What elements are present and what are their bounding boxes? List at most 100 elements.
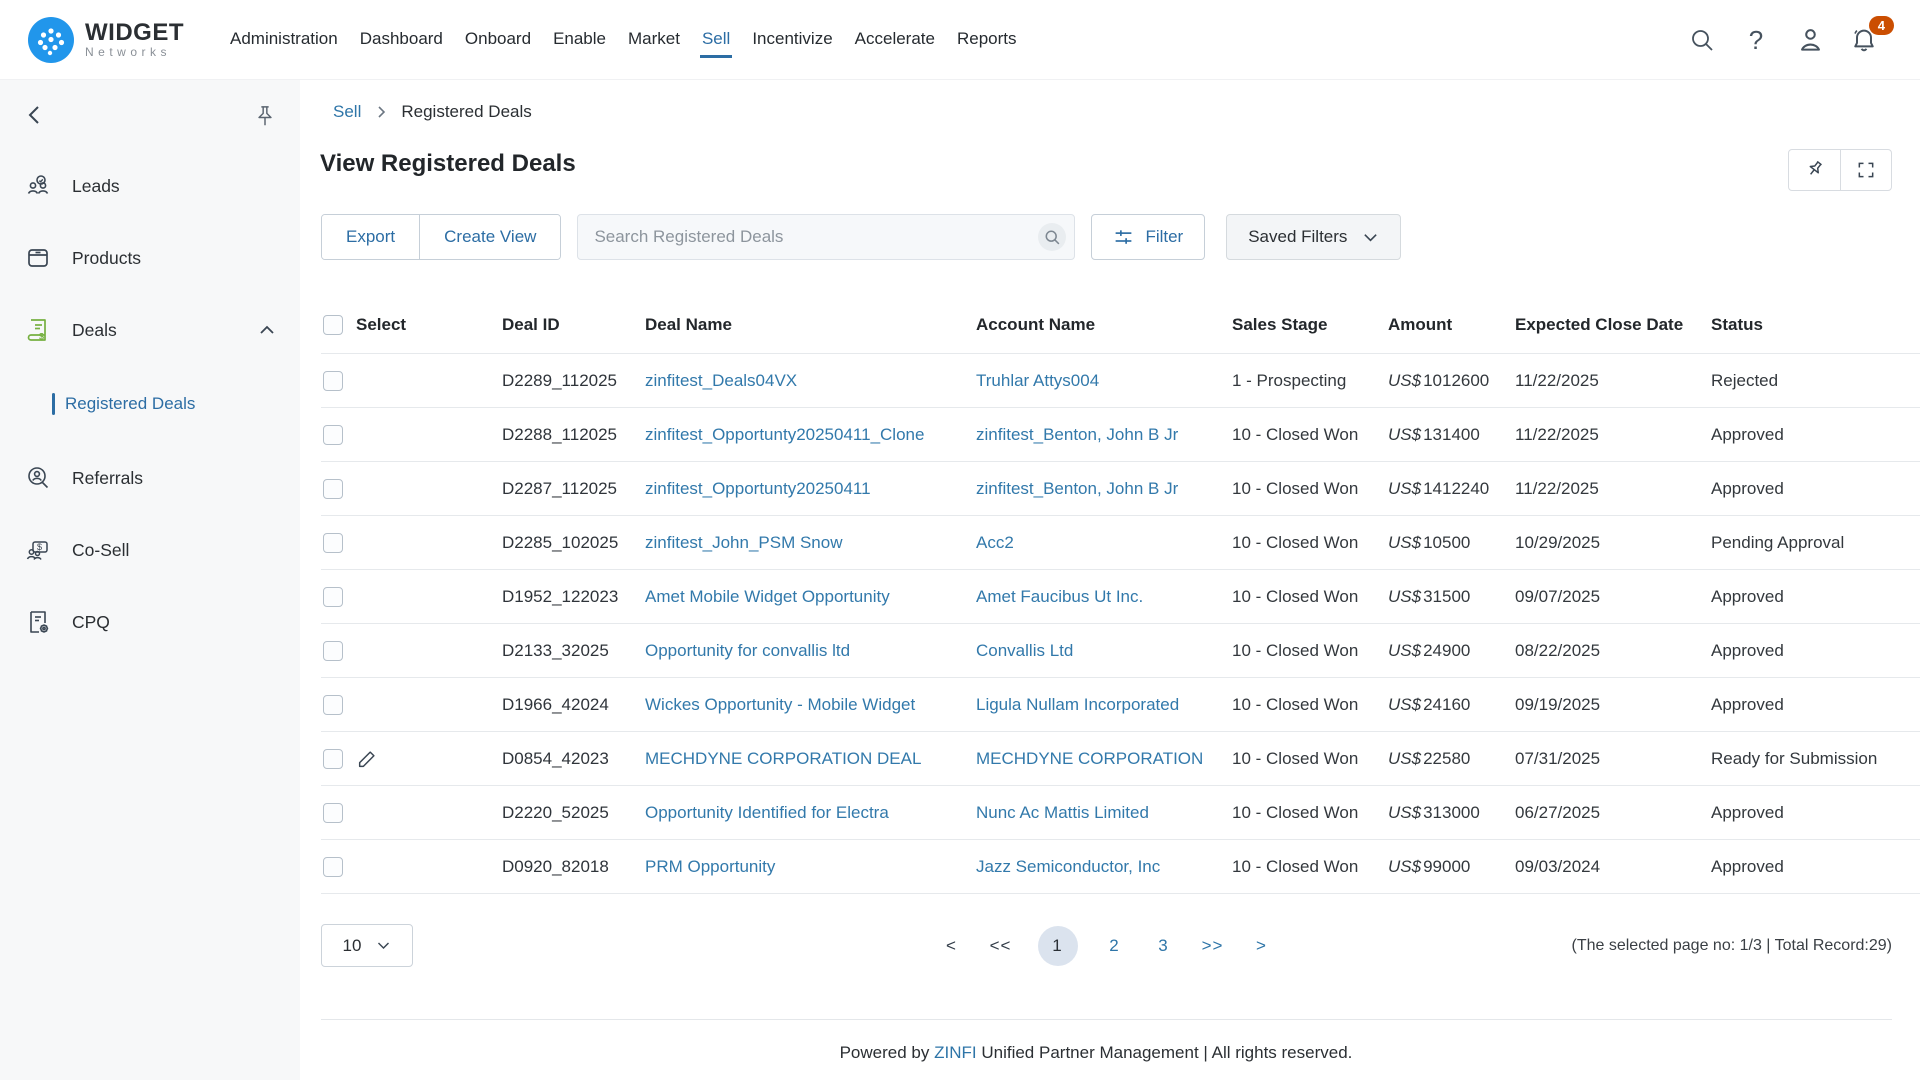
row-checkbox[interactable] [323,749,343,769]
notifications-bell-icon[interactable]: 4 [1850,26,1878,54]
sidebar-item-products[interactable]: Products [0,222,300,294]
co-sell-icon: $ [24,536,52,564]
deal-name-link[interactable]: zinfitest_John_PSM Snow [645,533,976,553]
sales-stage-cell: 10 - Closed Won [1232,803,1388,823]
nav-accelerate[interactable]: Accelerate [853,21,937,58]
widget-networks-logo-icon [28,17,74,63]
account-name-link[interactable]: Amet Faucibus Ut Inc. [976,587,1232,607]
page-button-2[interactable]: 2 [1103,936,1127,956]
active-indicator-bar [52,393,55,415]
user-profile-icon[interactable] [1796,26,1824,54]
sidebar-item-deals[interactable]: $ Deals [0,294,300,366]
row-checkbox[interactable] [323,587,343,607]
table-row: D2288_112025 zinfitest_Opportunty2025041… [321,408,1920,462]
breadcrumb: Sell Registered Deals [333,102,532,122]
sidebar-item-label: Leads [72,176,120,197]
deal-name-link[interactable]: Opportunity for convallis ltd [645,641,976,661]
nav-reports[interactable]: Reports [955,21,1019,58]
account-name-link[interactable]: zinfitest_Benton, John B Jr [976,479,1232,499]
nav-incentivize[interactable]: Incentivize [750,21,834,58]
deal-name-link[interactable]: PRM Opportunity [645,857,976,877]
search-box [577,214,1075,260]
account-name-link[interactable]: Truhlar Attys004 [976,371,1232,391]
export-button[interactable]: Export [322,215,419,259]
brand-logo[interactable]: WIDGET Networks [28,17,184,63]
status-cell: Approved [1711,587,1920,607]
row-checkbox[interactable] [323,425,343,445]
row-checkbox[interactable] [323,533,343,553]
next-page-button[interactable]: > [1250,936,1274,956]
sidebar-collapse-back-icon[interactable] [22,102,48,128]
nav-enable[interactable]: Enable [551,21,608,58]
nav-dashboard[interactable]: Dashboard [358,21,445,58]
deal-name-link[interactable]: zinfitest_Opportunty20250411 [645,479,976,499]
deal-id-cell: D2288_112025 [502,425,645,445]
table-header-row: Select Deal ID Deal Name Account Name Sa… [321,296,1920,354]
table-row: D1952_122023 Amet Mobile Widget Opportun… [321,570,1920,624]
chevron-up-icon[interactable] [258,321,276,339]
sidebar-item-leads[interactable]: Leads [0,150,300,222]
nav-sell[interactable]: Sell [700,21,732,58]
saved-filters-button[interactable]: Saved Filters [1226,214,1401,260]
cpq-icon [24,608,52,636]
sales-stage-cell: 10 - Closed Won [1232,425,1388,445]
amount-cell: US$31500 [1388,587,1515,607]
deal-name-link[interactable]: zinfitest_Opportunty20250411_Clone [645,425,976,445]
deal-id-cell: D0854_42023 [502,749,645,769]
prev-page-button[interactable]: < [940,936,964,956]
row-checkbox[interactable] [323,641,343,661]
fullscreen-expand-button[interactable] [1840,150,1892,190]
sidebar-pin-icon[interactable] [254,104,276,130]
account-name-link[interactable]: Nunc Ac Mattis Limited [976,803,1232,823]
filter-button[interactable]: Filter [1091,214,1205,260]
zinfi-link[interactable]: ZINFI [934,1043,977,1062]
sidebar-item-cpq[interactable]: CPQ [0,586,300,658]
page-button-1[interactable]: 1 [1038,926,1078,966]
close-date-cell: 09/19/2025 [1515,695,1711,715]
edit-pencil-icon[interactable] [356,748,378,770]
search-input[interactable] [577,214,1075,260]
sidebar-item-co-sell[interactable]: $ Co-Sell [0,514,300,586]
row-checkbox[interactable] [323,857,343,877]
sidebar-item-label: Co-Sell [72,540,129,561]
deal-name-link[interactable]: Amet Mobile Widget Opportunity [645,587,976,607]
column-expected-close-date: Expected Close Date [1515,315,1711,335]
account-name-link[interactable]: Acc2 [976,533,1232,553]
column-account-name: Account Name [976,315,1232,335]
row-checkbox[interactable] [323,479,343,499]
table-row: D2133_32025 Opportunity for convallis lt… [321,624,1920,678]
account-name-link[interactable]: Ligula Nullam Incorporated [976,695,1232,715]
account-name-link[interactable]: Convallis Ltd [976,641,1232,661]
pin-view-button[interactable] [1789,150,1840,190]
row-checkbox[interactable] [323,803,343,823]
sales-stage-cell: 1 - Prospecting [1232,371,1388,391]
amount-cell: US$24160 [1388,695,1515,715]
select-all-checkbox[interactable] [323,315,343,335]
pagination-summary: (The selected page no: 1/3 | Total Recor… [1572,924,1893,967]
row-checkbox[interactable] [323,695,343,715]
nav-market[interactable]: Market [626,21,682,58]
row-checkbox[interactable] [323,371,343,391]
status-cell: Approved [1711,857,1920,877]
close-date-cell: 09/07/2025 [1515,587,1711,607]
sidebar-item-registered-deals[interactable]: Registered Deals [0,366,300,442]
search-icon[interactable] [1688,26,1716,54]
help-icon[interactable]: ? [1742,26,1770,54]
page-button-3[interactable]: 3 [1152,936,1176,956]
last-page-button[interactable]: >> [1201,936,1225,956]
account-name-link[interactable]: zinfitest_Benton, John B Jr [976,425,1232,445]
sidebar-item-referrals[interactable]: Referrals [0,442,300,514]
table-row: D0854_42023 MECHDYNE CORPORATION DEAL ME… [321,732,1920,786]
deal-name-link[interactable]: MECHDYNE CORPORATION DEAL [645,749,976,769]
account-name-link[interactable]: Jazz Semiconductor, Inc [976,857,1232,877]
create-view-button[interactable]: Create View [419,215,560,259]
account-name-link[interactable]: MECHDYNE CORPORATION [976,749,1232,769]
nav-administration[interactable]: Administration [228,21,340,58]
deal-name-link[interactable]: Opportunity Identified for Electra [645,803,976,823]
amount-cell: US$22580 [1388,749,1515,769]
first-page-button[interactable]: << [989,936,1013,956]
deal-name-link[interactable]: zinfitest_Deals04VX [645,371,976,391]
deal-name-link[interactable]: Wickes Opportunity - Mobile Widget [645,695,976,715]
breadcrumb-sell-link[interactable]: Sell [333,102,361,122]
nav-onboard[interactable]: Onboard [463,21,533,58]
